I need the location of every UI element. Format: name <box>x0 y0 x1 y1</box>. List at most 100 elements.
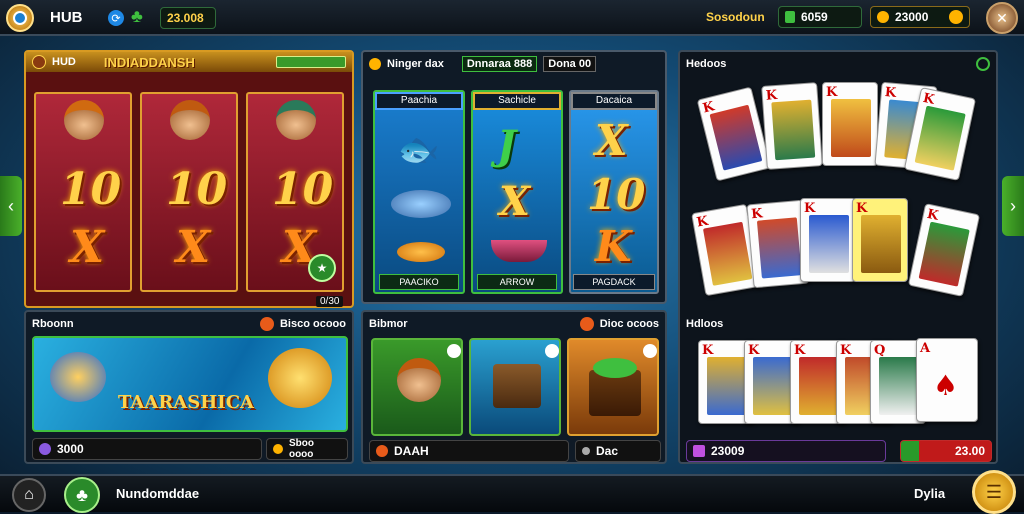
cards-footer-right-value: 23.00 <box>954 444 985 458</box>
promo-left-footer-left-value: 3000 <box>57 442 84 456</box>
pepper-icon <box>593 358 637 378</box>
app-title: HUB <box>50 9 83 26</box>
bonus-badge-icon[interactable]: ★ <box>308 254 336 282</box>
mid-reel-2-footer: ARROW <box>477 274 557 290</box>
promo-mid-footer-left: DAAH <box>369 440 569 462</box>
playing-card[interactable]: K <box>822 82 878 166</box>
wallet-b-pill[interactable]: 23000 <box>870 6 970 28</box>
balance-value: 23.008 <box>167 11 204 25</box>
top-bar: HUB ⟳ ♣ 23.008 Sosodoun 6059 23000 ✕ <box>0 0 1024 36</box>
playing-card[interactable]: K <box>800 198 856 282</box>
promo-left-footer-icon <box>39 443 51 455</box>
mid-reel-1: Paachia 🐟 PAACIKO <box>373 90 465 294</box>
reel-symbol-top: X <box>595 116 628 165</box>
avatar[interactable]: ✕ <box>986 2 1018 34</box>
cards-panel-header: Hedoos <box>680 54 996 74</box>
character-portrait <box>397 358 441 402</box>
wallet-a-icon <box>785 11 795 23</box>
left-reel-3: 10 X ★ <box>246 92 344 292</box>
promo-left-panel: Rboonn Bisco ocooo TAARASHICA 3000 Sboo … <box>24 310 354 464</box>
game-tile-machine[interactable] <box>469 338 561 436</box>
swordfish-icon <box>391 190 451 218</box>
wallet-b-add-icon[interactable] <box>949 10 963 24</box>
goldfish-character-icon <box>268 348 332 408</box>
cards-panel-title: Hedoos <box>686 58 727 70</box>
character-portrait <box>276 100 316 140</box>
mid-reel-1-footer: PAACIKO <box>379 274 459 290</box>
clover-button-icon[interactable]: ♣ <box>64 477 100 513</box>
character-portrait <box>170 100 210 140</box>
spade-icon: ♠ <box>933 369 959 402</box>
promo-left-footer-right-value: Sboo oooo <box>288 438 314 460</box>
playing-card[interactable]: A ♠ <box>916 338 978 422</box>
mid-slot-panel: Ninger dax Dnnaraa 888 Dona 00 Paachia 🐟… <box>361 50 667 304</box>
promo-mid-footer-icon <box>376 445 388 457</box>
playing-card[interactable]: K <box>696 86 772 182</box>
fish-icon: 🐟 <box>397 131 440 169</box>
reel-symbol-mid: X <box>499 178 531 225</box>
playing-card[interactable]: K <box>852 198 908 282</box>
reel-symbol-top: J <box>497 122 516 169</box>
promo-mid-footer-right-value: Dac <box>596 444 619 458</box>
promo-left-banner-text: TAARASHICA <box>118 392 254 413</box>
promo-mid-title: Bibmor <box>369 318 408 330</box>
mid-reel-1-label: Paachia <box>375 92 463 110</box>
left-slot-bet-bar[interactable] <box>276 56 346 68</box>
wallet-a-value: 6059 <box>801 10 828 24</box>
promo-mid-badge-icon <box>579 317 594 331</box>
promo-left-banner[interactable]: TAARASHICA <box>32 336 348 432</box>
left-reel-1: 10 X <box>34 92 132 292</box>
promo-left-footer-right: Sboo oooo <box>266 438 348 460</box>
cards-lower-header: Hdloos <box>680 314 996 334</box>
reel-symbol-bottom: X <box>70 222 105 273</box>
wallet-b-value: 23000 <box>895 10 929 24</box>
mid-slot-title: Ninger dax <box>387 58 444 70</box>
left-slot-panel: HUD INDIADDANSH 10 X 10 X 10 X ★ 0/30 <box>24 50 354 308</box>
mid-reel-2-label: Sachicle <box>473 92 561 110</box>
promo-mid-footer-dot-icon <box>582 447 590 455</box>
coin-icon <box>877 11 889 23</box>
promo-left-title: Rboonn <box>32 318 74 330</box>
mid-slot-stat: Dnnaraa 888 <box>461 56 538 72</box>
fish-character-icon <box>50 352 106 402</box>
playing-card[interactable]: K <box>907 203 981 297</box>
home-icon[interactable]: ⌂ <box>12 478 46 512</box>
cards-footer-left-value: 23009 <box>711 444 745 458</box>
bottom-bar-label[interactable]: Nundomddae <box>116 486 199 501</box>
left-slot-tag: HUD <box>52 56 76 68</box>
scroll-left-arrow[interactable]: ‹ <box>0 176 22 236</box>
reel-symbol-top: 10 <box>60 164 122 215</box>
left-slot-title: INDIADDANSH <box>103 54 195 70</box>
wallet-a-pill[interactable]: 6059 <box>778 6 862 28</box>
left-slot-counter: 0/30 <box>316 296 344 307</box>
reel-symbol-top: 10 <box>166 164 228 215</box>
session-label: Sosodoun <box>706 10 765 24</box>
clover-icon[interactable]: ♣ <box>131 6 143 27</box>
promo-left-badge-icon <box>259 317 274 331</box>
cards-lower-title: Hdloos <box>686 318 724 330</box>
character-portrait <box>64 100 104 140</box>
promo-left-coin-icon <box>273 444 283 454</box>
cards-panel-info-icon[interactable] <box>976 57 990 71</box>
playing-card[interactable]: K <box>761 82 823 170</box>
game-tile-barrel[interactable] <box>567 338 659 436</box>
mid-slot-header: Ninger dax Dnnaraa 888 Dona 00 <box>363 54 665 74</box>
reel-symbol-top: 10 <box>272 164 334 215</box>
bottom-bar-right-label[interactable]: Dylia <box>914 486 945 501</box>
promo-left-right: Bisco ocooo <box>279 318 346 330</box>
tile-badge-icon <box>545 344 559 358</box>
refresh-icon[interactable]: ⟳ <box>108 10 124 26</box>
boat-icon <box>491 240 547 262</box>
mid-slot-coin-icon <box>369 58 381 70</box>
machine-icon <box>493 364 541 408</box>
scroll-right-arrow[interactable]: › <box>1002 176 1024 236</box>
game-tile-character[interactable] <box>371 338 463 436</box>
menu-button-icon[interactable]: ☰ <box>972 470 1016 514</box>
mid-reel-3-footer: PAGDACK <box>573 274 655 290</box>
bottom-bar: ⌂ ♣ Nundomddae Dylia ☰ <box>0 470 1024 514</box>
left-reel-2: 10 X <box>140 92 238 292</box>
mid-reel-2: Sachicle J X ARROW <box>471 90 563 294</box>
reel-symbol-bottom: X <box>176 222 211 273</box>
logo-icon[interactable] <box>6 4 34 32</box>
promo-mid-footer-right: Dac <box>575 440 661 462</box>
